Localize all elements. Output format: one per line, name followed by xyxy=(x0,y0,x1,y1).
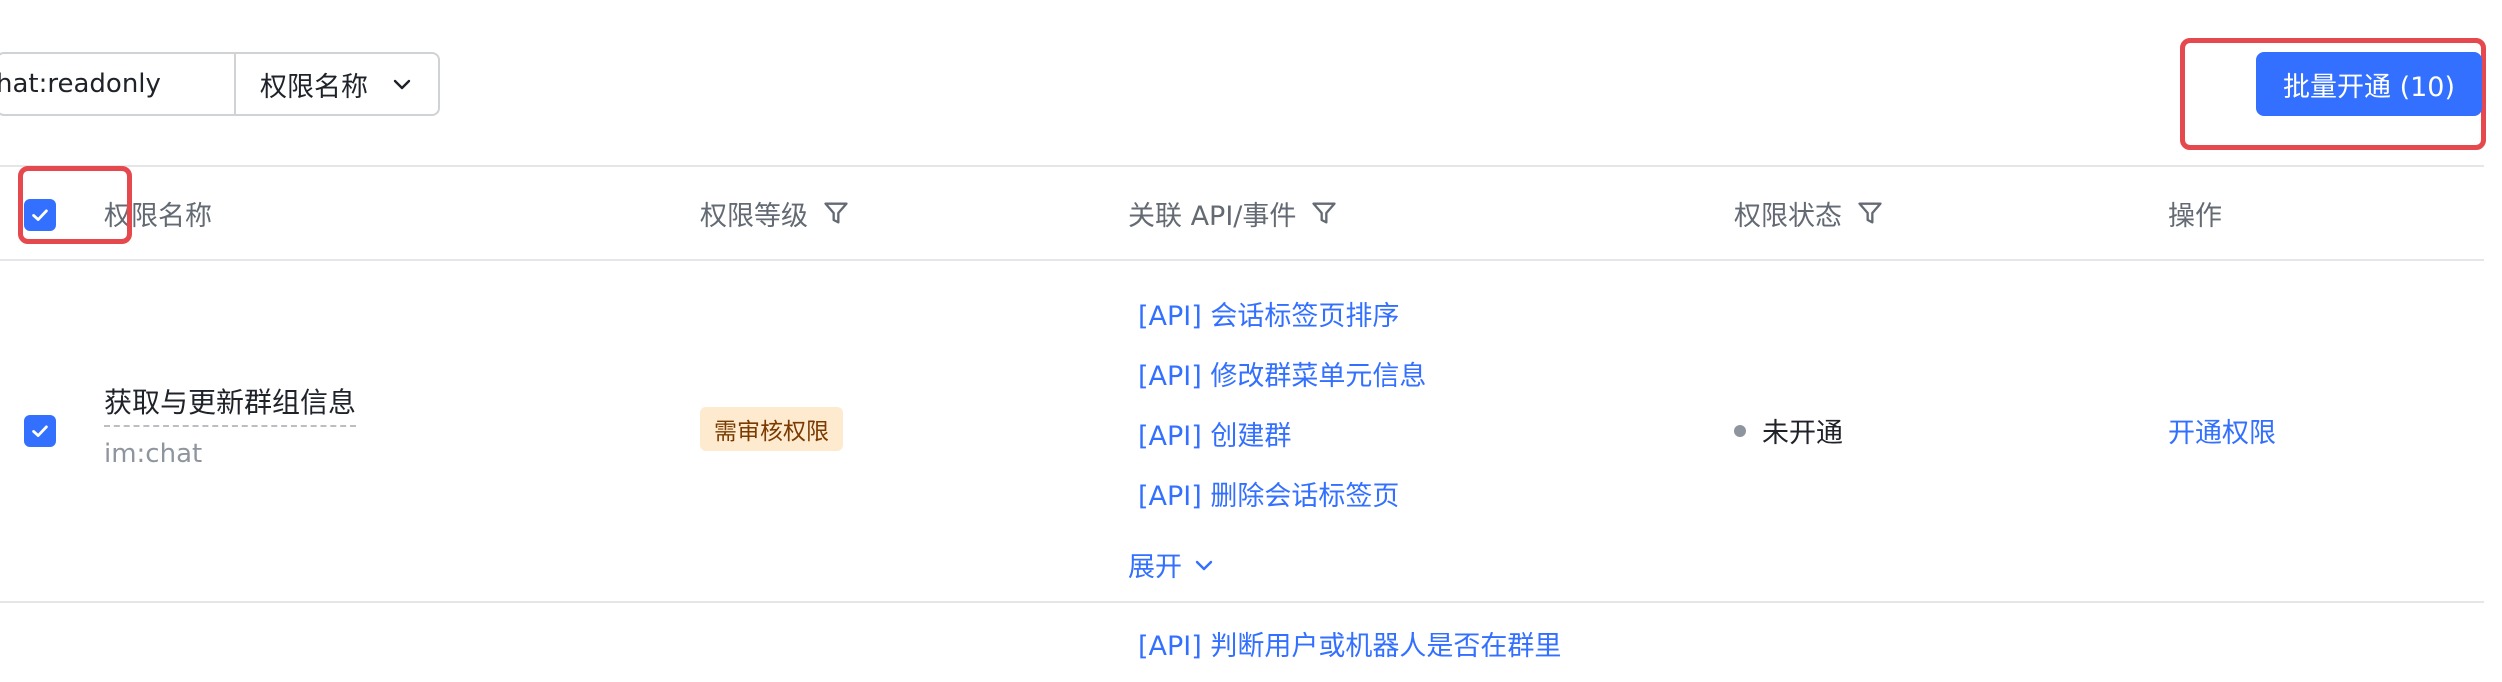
enable-permission-link[interactable]: 开通权限 xyxy=(2168,411,2276,450)
column-header-status: 权限状态 xyxy=(1734,167,1884,259)
api-link[interactable]: [API] 判断用户或机器人是否在群里 xyxy=(1128,624,1561,663)
search-input[interactable] xyxy=(0,54,234,114)
table-row: 获取与更新群组信息 im:chat 需审核权限 [API] 会话标签页排序 [A… xyxy=(0,261,2484,603)
status-label: 未开通 xyxy=(1762,418,1843,449)
api-link[interactable]: [API] 创建群 xyxy=(1128,403,1426,463)
column-header-action: 操作 xyxy=(2168,167,2222,259)
column-header-status-label: 权限状态 xyxy=(1734,200,1842,232)
column-header-action-label: 操作 xyxy=(2168,200,2222,232)
check-icon xyxy=(32,425,48,437)
expand-button[interactable]: 展开 xyxy=(1128,545,1216,584)
chevron-down-icon xyxy=(1195,560,1213,570)
search-group: 权限名称 xyxy=(0,52,440,116)
column-header-api-label: 关联 API/事件 xyxy=(1128,200,1297,232)
expand-label: 展开 xyxy=(1128,552,1182,583)
filter-icon[interactable] xyxy=(1856,199,1884,227)
select-all-highlight xyxy=(18,166,132,244)
permission-key: im:chat xyxy=(104,439,203,469)
filter-icon[interactable] xyxy=(1310,199,1338,227)
permission-name[interactable]: 获取与更新群组信息 xyxy=(104,381,357,427)
permission-level-tag: 需审核权限 xyxy=(700,407,843,451)
api-link[interactable]: [API] 修改群菜单元信息 xyxy=(1128,343,1426,403)
api-link[interactable]: [API] 会话标签页排序 xyxy=(1128,283,1426,343)
api-link[interactable]: [API] 删除会话标签页 xyxy=(1128,463,1426,523)
table-header: 权限名称 权限等级 关联 API/事件 权限状态 操作 xyxy=(0,165,2484,261)
filter-select-value: 权限名称 xyxy=(260,71,368,103)
row-checkbox[interactable] xyxy=(24,415,56,447)
permission-table: 权限名称 权限等级 关联 API/事件 权限状态 操作 获取与更新群组信息 im… xyxy=(0,165,2484,603)
column-header-level: 权限等级 xyxy=(700,167,850,259)
filter-icon[interactable] xyxy=(822,199,850,227)
filter-select[interactable]: 权限名称 xyxy=(236,54,438,114)
chevron-down-icon xyxy=(393,79,411,90)
batch-enable-button[interactable]: 批量开通 (10) xyxy=(2256,52,2482,116)
status-dot xyxy=(1734,424,1746,437)
api-list: [API] 会话标签页排序 [API] 修改群菜单元信息 [API] 创建群 [… xyxy=(1128,283,1426,523)
permission-status: 未开通 xyxy=(1734,411,1843,450)
column-header-level-label: 权限等级 xyxy=(700,200,808,232)
column-header-api: 关联 API/事件 xyxy=(1128,167,1338,259)
